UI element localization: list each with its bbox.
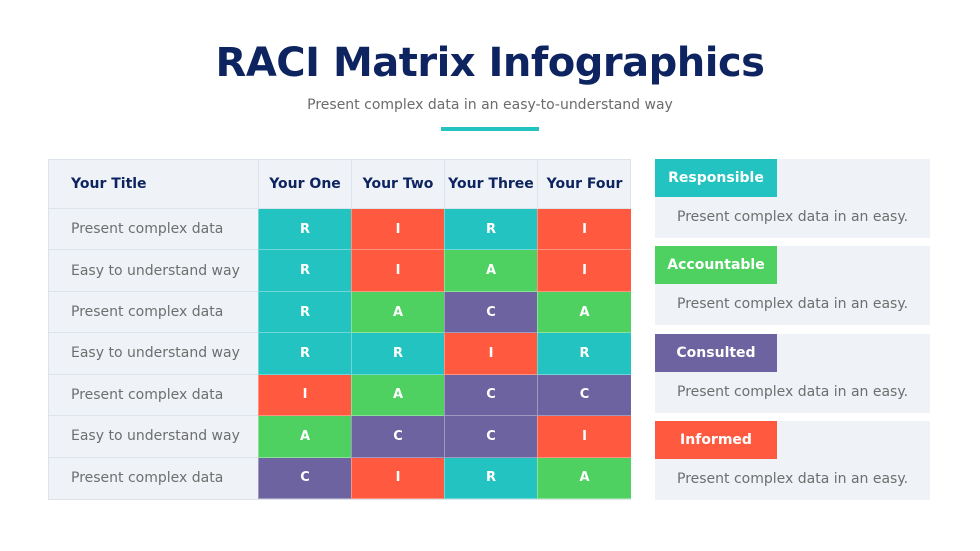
raci-cell-a: A — [351, 374, 444, 417]
page-title: RACI Matrix Infographics — [215, 40, 765, 86]
raci-cell-r: R — [258, 333, 351, 375]
raci-cell-r: R — [351, 333, 444, 375]
raci-cell-c: C — [444, 291, 537, 334]
raci-cell-c: C — [537, 374, 631, 417]
row-label: Present complex data — [49, 209, 258, 251]
legend-card-consulted: Consulted Present complex data in an easy… — [655, 334, 930, 413]
raci-cell-i: I — [537, 416, 631, 458]
raci-cell-r: R — [444, 209, 537, 251]
raci-cell-i: I — [351, 209, 444, 251]
legend-badge: Responsible — [655, 159, 777, 197]
page-subtitle: Present complex data in an easy-to-under… — [307, 97, 673, 113]
raci-cell-r: R — [258, 250, 351, 292]
legend-badge: Consulted — [655, 334, 777, 372]
column-header: Your One — [258, 160, 351, 209]
raci-cell-i: I — [351, 457, 444, 499]
raci-cell-r: R — [258, 209, 351, 251]
raci-cell-i: I — [444, 333, 537, 375]
legend-description: Present complex data in an easy. — [677, 296, 909, 312]
legend-description: Present complex data in an easy. — [677, 471, 909, 487]
column-header: Your Four — [537, 160, 631, 209]
row-label: Present complex data — [49, 375, 258, 417]
row-label: Easy to understand way — [49, 333, 258, 375]
row-label: Present complex data — [71, 470, 224, 487]
legend-badge: Accountable — [655, 246, 777, 284]
row-label: Present complex data — [49, 292, 258, 334]
legend-description: Present complex data in an easy. — [677, 384, 909, 400]
raci-cell-r: R — [444, 457, 537, 499]
legend-badge: Informed — [655, 421, 777, 459]
column-header: Your Three — [444, 160, 537, 209]
legend-card-informed: Informed Present complex data in an easy. — [655, 421, 930, 500]
raci-cell-i: I — [537, 209, 631, 251]
raci-cell-a: A — [351, 291, 444, 334]
column-header: Your Two — [351, 160, 444, 209]
legend-description: Present complex data in an easy. — [677, 209, 909, 225]
title-accent-divider — [441, 127, 539, 131]
raci-cell-c: C — [351, 416, 444, 458]
row-label: Easy to understand way — [49, 250, 258, 292]
row-label: Easy to understand way — [49, 416, 258, 458]
legend-card-accountable: Accountable Present complex data in an ea… — [655, 246, 930, 325]
raci-cell-i: I — [537, 250, 631, 292]
raci-cell-c: C — [444, 374, 537, 417]
legend-card-responsible: Responsible Present complex data in an ea… — [655, 159, 930, 238]
raci-cell-a: A — [537, 457, 631, 499]
raci-cell-i: I — [351, 250, 444, 292]
raci-cell-a: A — [258, 416, 351, 458]
raci-cell-r: R — [537, 333, 631, 375]
raci-cell-c: C — [258, 457, 351, 499]
raci-cell-a: A — [537, 291, 631, 334]
raci-cell-c: C — [444, 416, 537, 458]
raci-cell-a: A — [444, 250, 537, 292]
column-header-title: Your Title — [49, 160, 258, 209]
raci-cell-r: R — [258, 291, 351, 334]
raci-cell-i: I — [258, 374, 351, 417]
raci-matrix-table: Your Title Your One Your Two Your Three Your… — [48, 159, 631, 500]
